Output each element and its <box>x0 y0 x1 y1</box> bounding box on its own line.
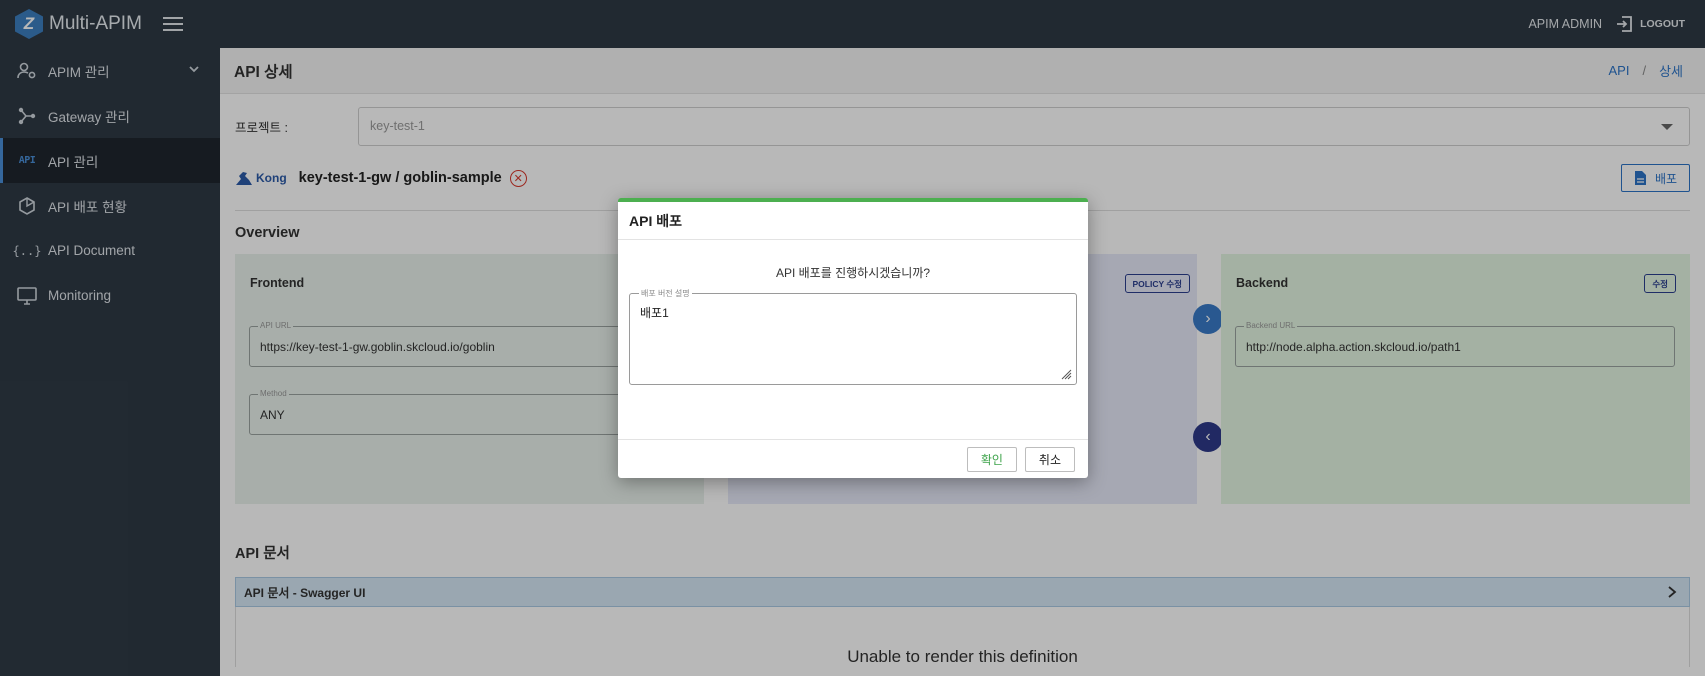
dialog-footer: 확인 취소 <box>618 439 1088 478</box>
dialog-title: API 배포 <box>618 202 1088 240</box>
resize-grip-icon[interactable] <box>1060 368 1072 380</box>
deploy-description-label: 배포 버전 설명 <box>639 288 692 299</box>
deploy-description-textarea[interactable]: 배포 버전 설명 배포1 <box>629 288 1077 385</box>
cancel-button[interactable]: 취소 <box>1024 446 1075 472</box>
confirm-button[interactable]: 확인 <box>966 446 1017 472</box>
deploy-dialog: API 배포 API 배포를 진행하시겠습니까? 배포 버전 설명 배포1 확인… <box>618 198 1088 478</box>
dialog-message: API 배포를 진행하시겠습니까? <box>775 266 931 280</box>
deploy-description-value: 배포1 <box>640 306 669 320</box>
